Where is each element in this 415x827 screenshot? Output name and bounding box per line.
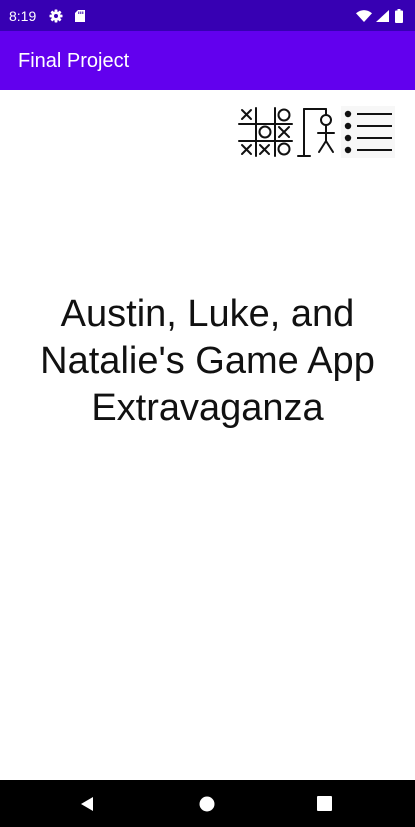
back-icon[interactable] xyxy=(80,796,94,812)
list-button[interactable] xyxy=(341,106,395,158)
main-content: Austin, Luke, and Natalie's Game App Ext… xyxy=(0,90,415,780)
app-heading: Austin, Luke, and Natalie's Game App Ext… xyxy=(0,291,415,432)
hangman-button[interactable] xyxy=(296,106,340,158)
status-time: 8:19 xyxy=(9,8,37,24)
game-icon-row xyxy=(237,106,397,158)
home-icon[interactable] xyxy=(199,796,215,812)
tic-tac-toe-icon xyxy=(238,107,293,157)
heading-line: Extravaganza xyxy=(91,387,324,429)
settings-icon xyxy=(49,9,63,23)
app-bar: Final Project xyxy=(0,31,415,90)
wifi-icon xyxy=(356,10,372,22)
tic-tac-toe-button[interactable] xyxy=(237,106,294,158)
navigation-bar xyxy=(0,780,415,827)
sd-card-icon xyxy=(75,10,85,22)
signal-icon xyxy=(376,10,389,22)
app-title: Final Project xyxy=(18,50,130,72)
heading-line: Austin, Luke, and xyxy=(60,293,355,335)
heading-line: Natalie's Game App xyxy=(40,340,375,382)
status-bar: 8:19 xyxy=(0,0,415,31)
list-icon xyxy=(344,110,392,154)
hangman-icon xyxy=(297,108,335,157)
recents-icon[interactable] xyxy=(317,796,332,811)
battery-icon xyxy=(395,9,403,23)
